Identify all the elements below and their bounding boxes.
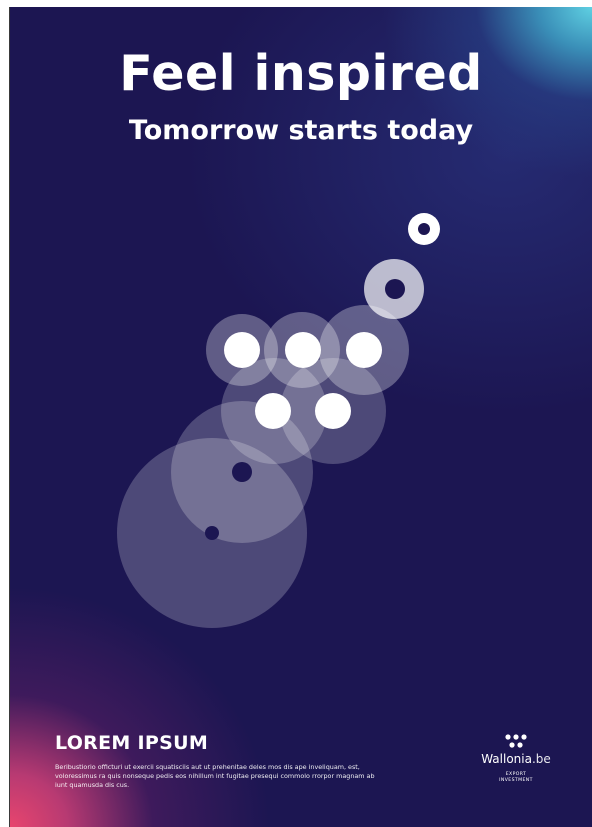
brand-tagline-line2: INVESTMENT [499,778,533,783]
white-dot [224,332,260,368]
white-dot [346,332,382,368]
dark-dot [232,462,252,482]
ring-hole [418,223,430,235]
brand-logo[interactable]: Wallonia.be EXPORT INVESTMENT [468,733,564,784]
white-dot [255,393,291,429]
five-dots-logo-icon [505,734,527,748]
footer-body-text: Beribustiorio officturi ut exercii squat… [55,763,375,789]
brand-tagline: EXPORT INVESTMENT [468,772,564,784]
brand-tagline-line1: EXPORT [505,772,527,777]
poster: Feel inspired Tomorrow starts today LORE… [9,7,592,827]
circle-artwork [117,213,440,628]
dark-dot [205,526,219,540]
brand-name-main: Wallonia [481,752,532,766]
brand-name-tld: .be [531,752,551,766]
footer-title: LOREM IPSUM [55,732,209,754]
dark-dot [385,279,405,299]
white-dot [285,332,321,368]
brand-name: Wallonia.be [468,752,564,766]
white-dot [315,393,351,429]
